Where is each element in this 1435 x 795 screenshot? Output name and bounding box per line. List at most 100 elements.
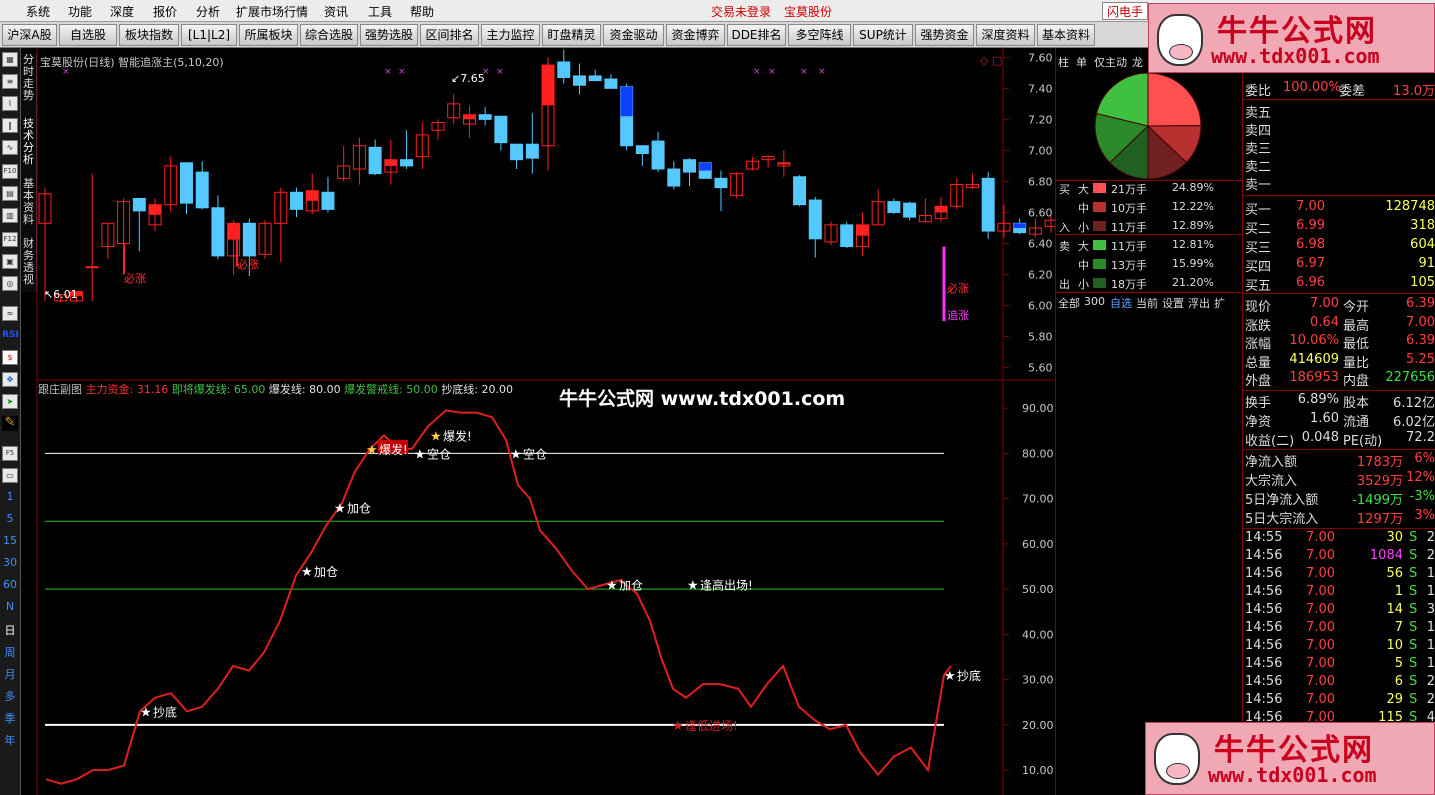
candlestick[interactable] [400,130,414,170]
tab-single[interactable]: 单 [1076,54,1087,70]
toolbar-button[interactable]: 盯盘精灵 [542,24,601,46]
tab-bar[interactable]: 柱 [1058,54,1069,70]
candlestick[interactable] [698,162,712,179]
candlestick[interactable] [525,113,539,174]
candlestick[interactable] [1028,218,1042,238]
toolbar-button[interactable]: 沪深A股 [2,24,57,46]
toolbar-button[interactable]: 自选股 [59,24,117,46]
toolbar-button[interactable]: 区间排名 [420,24,479,46]
candlestick[interactable] [258,220,272,259]
candlestick[interactable] [195,161,209,210]
toolbar-button[interactable]: 板块指数 [119,24,179,46]
candlestick[interactable] [871,189,885,226]
menu-tools[interactable]: 工具 [368,3,392,20]
candlestick[interactable] [274,187,288,263]
candlestick[interactable] [808,196,822,258]
menu-system[interactable]: 系统 [26,3,50,20]
candlestick[interactable] [447,94,461,125]
candlestick[interactable] [667,161,681,190]
candlestick[interactable] [557,49,571,84]
toolbar-button[interactable]: 深度资料 [976,24,1035,46]
candlestick[interactable] [588,69,602,82]
toolbar-button[interactable]: 基本资料 [1037,24,1095,46]
candlestick[interactable] [620,83,634,151]
candlestick[interactable] [683,158,697,187]
toolbar-button[interactable]: [L1|L2] [181,24,237,46]
filter-tab[interactable]: 自选 [1110,295,1132,311]
candlestick[interactable] [997,204,1011,238]
tab-active-only[interactable]: 仅主动 [1094,54,1127,70]
candlestick[interactable] [840,221,854,249]
candlestick[interactable] [337,145,351,182]
candlestick[interactable] [415,122,429,170]
filter-tab[interactable]: 浮出 [1188,295,1210,311]
candlestick[interactable] [730,172,744,199]
toolbar-button[interactable]: 主力监控 [481,24,540,46]
candlestick[interactable] [604,74,618,89]
chart-options-icon[interactable]: ◇ ▢ [980,54,1002,67]
candlestick[interactable] [290,187,304,218]
candlestick[interactable] [981,172,995,239]
candlestick[interactable] [478,106,492,126]
menu-news[interactable]: 资讯 [324,3,348,20]
menu-help[interactable]: 帮助 [410,3,434,20]
candlestick[interactable] [85,173,99,301]
candlestick[interactable] [651,131,665,173]
candlestick[interactable] [855,212,869,256]
candlestick[interactable] [164,156,178,213]
candlestick[interactable] [494,115,508,151]
trade-status[interactable]: 交易未登录 [711,3,771,20]
candlestick[interactable] [462,105,476,138]
candlestick[interactable] [321,176,335,213]
toolbar-button[interactable]: 强势选股 [360,24,418,46]
menu-quote[interactable]: 报价 [153,3,177,20]
toolbar-button[interactable]: 所属板块 [239,24,298,46]
candlestick[interactable] [918,198,932,223]
candlestick[interactable] [745,156,759,171]
tab-dragon[interactable]: 龙 [1132,54,1143,70]
candlestick[interactable] [148,198,162,232]
candlestick[interactable] [934,196,948,222]
candlestick[interactable] [572,63,586,95]
toolbar-button[interactable]: 强势资金 [915,24,974,46]
candlestick[interactable] [777,150,791,177]
toolbar-button[interactable]: 资金博弈 [666,24,725,46]
filter-tab[interactable]: 全部 [1058,295,1080,311]
candlestick[interactable] [793,175,807,207]
filter-tab[interactable]: 设置 [1162,295,1184,311]
candlestick[interactable] [132,197,146,252]
candlestick[interactable] [368,139,382,176]
candlestick[interactable] [635,145,649,166]
candlestick[interactable] [510,143,524,170]
filter-tab[interactable]: 当前 [1136,295,1158,311]
candlestick[interactable] [38,187,52,301]
candlestick[interactable] [352,137,366,185]
kline-chart[interactable]: 7.60 7.40 7.20 7.00 6.80 6.60 6.40 6.20 6.00 5.80… [0,48,1055,795]
candlestick[interactable] [431,119,445,140]
filter-tab[interactable]: 300 [1084,295,1105,308]
toolbar-button[interactable]: 多空阵线 [788,24,851,46]
menu-analysis[interactable]: 分析 [196,3,220,20]
candlestick[interactable] [101,222,115,259]
toolbar-button[interactable]: SUP统计 [853,24,913,46]
candlestick[interactable] [824,221,838,246]
candlestick[interactable] [179,162,193,214]
menu-function[interactable]: 功能 [68,3,92,20]
flash-trade-button[interactable]: 闪电手 [1102,2,1148,20]
candlestick[interactable] [761,155,775,168]
candlestick[interactable] [211,195,225,259]
candlestick[interactable] [305,173,319,214]
toolbar-button[interactable]: DDE排名 [727,24,786,46]
candlestick[interactable] [714,170,728,211]
toolbar-button[interactable]: 资金驱动 [603,24,664,46]
menu-depth[interactable]: 深度 [110,3,134,20]
candlestick[interactable] [887,198,901,214]
candlestick[interactable] [950,178,964,210]
candlestick[interactable] [903,201,917,221]
candlestick[interactable] [384,139,398,185]
toolbar-button[interactable]: 综合选股 [300,24,358,46]
filter-tab[interactable]: 扩 [1214,295,1225,311]
candlestick[interactable] [541,57,555,171]
menu-extended-market[interactable]: 扩展市场行情 [236,3,308,20]
candlestick[interactable] [965,173,979,190]
